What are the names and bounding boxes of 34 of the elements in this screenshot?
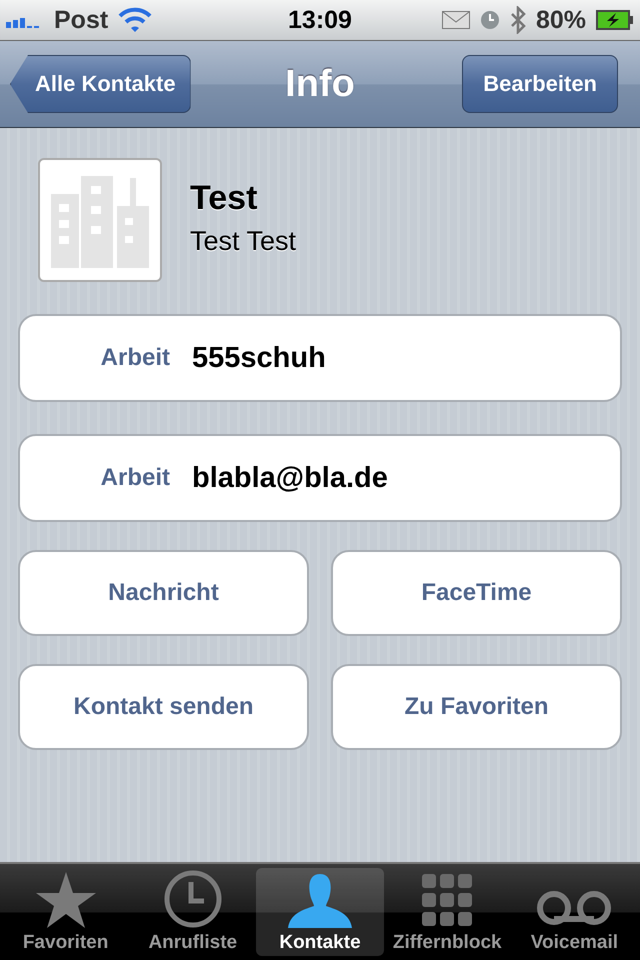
field-label: Arbeit: [100, 464, 170, 492]
contact-name: Test: [190, 179, 258, 218]
building-icon: [51, 176, 149, 268]
contact-field[interactable]: Arbeit blabla@bla.de: [18, 434, 622, 522]
field-value: 555schuh: [192, 342, 326, 374]
battery-icon: [596, 10, 634, 30]
alarm-icon: [480, 10, 500, 30]
clock-time: 13:09: [287, 6, 353, 34]
back-button[interactable]: Alle Kontakte: [10, 55, 191, 113]
action-button[interactable]: Nachricht: [18, 550, 309, 636]
clock-icon: [164, 870, 222, 928]
battery-percent: 80%: [536, 6, 586, 34]
field-value: blabla@bla.de: [192, 462, 388, 494]
tab-item[interactable]: Voicemail: [510, 868, 638, 956]
contact-field[interactable]: Arbeit 555schuh: [18, 314, 622, 402]
star-icon: [36, 872, 96, 928]
tab-item[interactable]: Kontakte: [256, 868, 384, 956]
voicemail-icon: [537, 888, 612, 928]
tab-item[interactable]: Favoriten: [2, 868, 130, 956]
contact-company: Test Test: [190, 226, 296, 257]
tab-item[interactable]: Ziffernblock: [384, 868, 511, 956]
wifi-icon: [118, 7, 152, 33]
action-button[interactable]: Kontakt senden: [18, 664, 309, 750]
bluetooth-icon: [510, 6, 526, 34]
action-button[interactable]: Zu Favoriten: [331, 664, 622, 750]
action-button[interactable]: FaceTime: [331, 550, 622, 636]
tab-item[interactable]: Anrufliste: [129, 868, 256, 956]
edit-button[interactable]: Bearbeiten: [462, 55, 618, 113]
mail-icon: [442, 11, 470, 29]
field-label: Arbeit: [100, 344, 170, 372]
screen-title: Info: [284, 62, 356, 106]
keypad-icon: [422, 874, 472, 928]
carrier-name: Post: [54, 6, 108, 34]
person-icon: [288, 874, 352, 928]
